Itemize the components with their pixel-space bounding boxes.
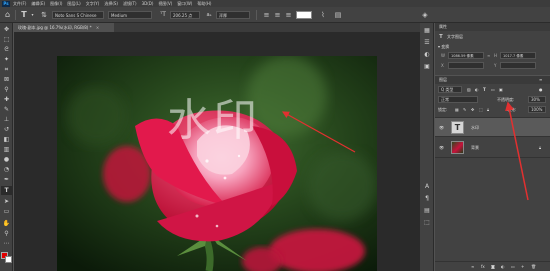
- arrow-to-opacity: [505, 101, 529, 201]
- annotation-arrows: [281, 101, 529, 201]
- arrow-to-watermark: [281, 111, 356, 153]
